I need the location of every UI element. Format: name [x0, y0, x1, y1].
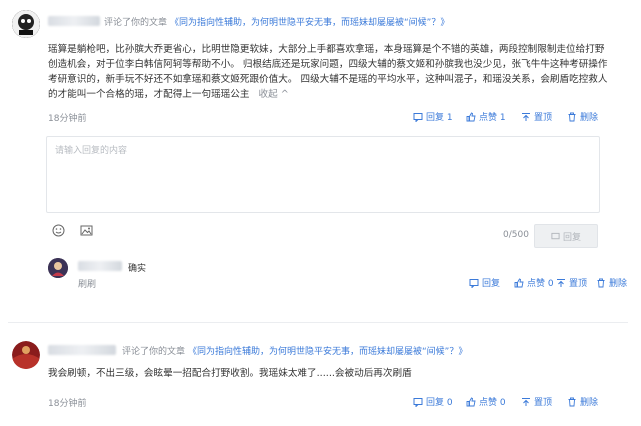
article-title-link[interactable]: 《同为指向性辅助，为何明世隐平安无事，而瑶妹却屡屡被“间候”？》 [188, 344, 467, 357]
reply-submit-label: 回复 [562, 232, 581, 243]
reply-avatar[interactable] [48, 258, 68, 278]
sub-like-button[interactable]: 点赞 0 [514, 276, 554, 289]
reply-icon [413, 397, 423, 407]
pin-label: 置顶 [534, 398, 553, 408]
pin-button[interactable]: 置顶 [521, 110, 552, 123]
like-button[interactable]: 点赞 1 [466, 110, 506, 123]
reply-button[interactable]: 回复 0 [413, 395, 453, 408]
sub-pin-label: 置顶 [569, 279, 588, 289]
delete-label: 删除 [580, 398, 599, 408]
reply-placeholder: 请输入回复的内容 [55, 146, 128, 156]
trash-icon [568, 397, 576, 406]
sub-like-label: 点赞 0 [527, 279, 554, 289]
pin-icon [557, 278, 565, 287]
like-label: 点赞 0 [479, 398, 506, 408]
comment-action-text: 评论了你的文章 [122, 347, 186, 357]
like-button[interactable]: 点赞 0 [466, 395, 506, 408]
reply-avatar-image [48, 258, 68, 278]
reply-button[interactable]: 回复 1 [413, 110, 453, 123]
avatar-image [12, 10, 40, 38]
reply-label: 回复 0 [426, 398, 453, 408]
like-label: 点赞 1 [479, 113, 506, 123]
comment-divider [8, 322, 628, 323]
collapse-label: 收起 [258, 89, 278, 100]
pin-button[interactable]: 置顶 [521, 395, 552, 408]
like-icon [466, 396, 476, 406]
reply-label: 回复 1 [426, 113, 453, 123]
pin-icon [522, 112, 530, 121]
reply-icon [469, 278, 479, 288]
delete-button[interactable]: 删除 [567, 395, 598, 408]
trash-icon [568, 112, 576, 121]
reply-icon [413, 112, 423, 122]
comment-action-text: 评论了你的文章 [104, 18, 168, 28]
chevron-up-icon: ^ [277, 89, 289, 100]
trash-icon [597, 278, 605, 287]
emoji-icon[interactable] [52, 222, 65, 241]
avatar-image [12, 341, 40, 369]
article-title-link[interactable]: 《同为指向性辅助，为何明世隐平安无事，而瑶妹却屡屡被“间候”？》 [170, 15, 449, 28]
char-counter: 0/500 [503, 230, 529, 240]
comment-time: 18分钟前 [48, 114, 87, 124]
sub-reply-button[interactable]: 回复 [469, 276, 500, 289]
comment-body-text: 瑶算是躺枪吧，比孙膑大乔更省心，比明世隐更软妹，大部分上手都喜欢拿瑶，本身瑶算是… [48, 44, 608, 100]
commenter-name-blurred[interactable] [48, 16, 100, 26]
like-icon [514, 277, 524, 287]
collapse-link[interactable]: 收起 ^ [259, 89, 289, 100]
comment-body: 瑶算是躺枪吧，比孙膑大乔更省心，比明世隐更软妹，大部分上手都喜欢拿瑶，本身瑶算是… [48, 42, 608, 102]
image-icon[interactable] [80, 222, 93, 241]
reply-textarea[interactable]: 请输入回复的内容 [46, 136, 600, 213]
commenter-avatar[interactable] [12, 10, 40, 38]
comment-body: 我会刷顿，不出三级，会眩晕一招配合打野收割。我瑶妹太难了......会被动后再次… [48, 368, 412, 379]
like-icon [466, 111, 476, 121]
delete-button[interactable]: 删除 [567, 110, 598, 123]
delete-label: 删除 [580, 113, 599, 123]
reply-submit-button[interactable]: 回复 [534, 224, 598, 248]
pin-icon [522, 397, 530, 406]
reply-author-blurred[interactable] [78, 261, 122, 271]
sub-pin-button[interactable]: 置顶 [556, 276, 587, 289]
reply-text: 确实 [128, 264, 147, 274]
comment-time: 18分钟前 [48, 399, 87, 409]
sub-delete-label: 删除 [609, 279, 628, 289]
commenter-avatar[interactable] [12, 341, 40, 369]
reply-subtext: 刷刷 [78, 280, 97, 290]
pin-label: 置顶 [534, 113, 553, 123]
sent-icon [551, 232, 560, 239]
commenter-name-blurred[interactable] [48, 345, 116, 355]
sub-reply-label: 回复 [482, 279, 501, 289]
sub-delete-button[interactable]: 删除 [596, 276, 627, 289]
